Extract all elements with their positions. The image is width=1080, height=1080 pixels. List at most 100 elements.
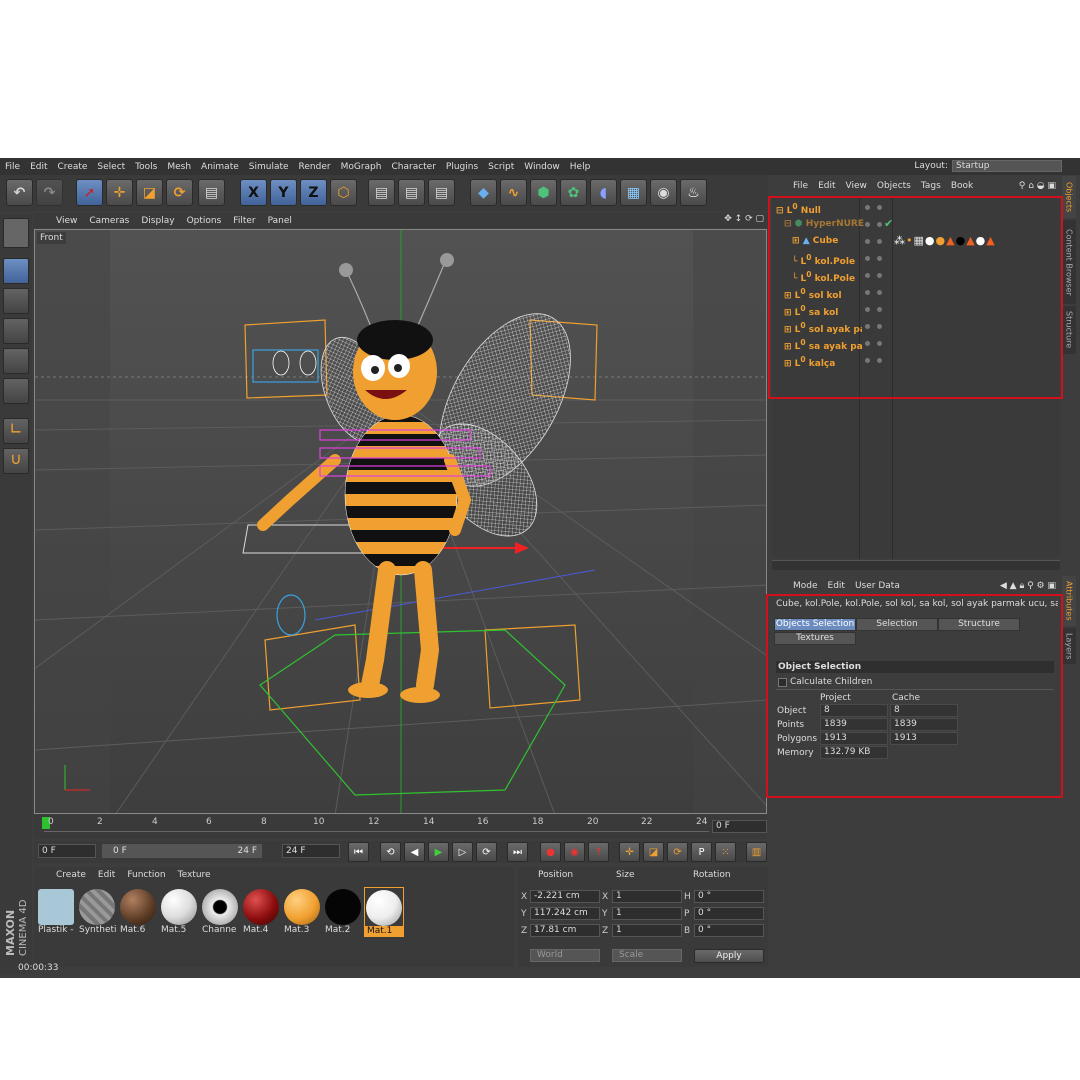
play-icon[interactable]: ▶ <box>428 842 449 862</box>
render-clip-icon[interactable]: ▤ <box>198 179 225 206</box>
menu-animate[interactable]: Animate <box>196 162 244 172</box>
render-picture-icon[interactable]: ▤ <box>398 179 425 206</box>
deformer-icon[interactable]: ◖ <box>590 179 617 206</box>
key-scale-icon[interactable]: ◪ <box>643 842 664 862</box>
viewport-menu-options[interactable]: Options <box>181 216 228 226</box>
attr-menu-mode[interactable]: Mode <box>788 581 823 591</box>
record-keys-icon[interactable]: ● <box>540 842 561 862</box>
material-swatch[interactable]: Syntheti <box>77 887 117 937</box>
frame-range-slider[interactable]: 0 F 24 F <box>102 844 262 858</box>
viewport-menu-cameras[interactable]: Cameras <box>83 216 135 226</box>
timeline[interactable]: 0 2 4 6 8 10 12 14 16 18 20 22 24 0 F <box>34 815 767 839</box>
menu-character[interactable]: Character <box>386 162 440 172</box>
prev-frame-icon[interactable]: ◀ <box>404 842 425 862</box>
layout-select[interactable]: Startup <box>952 160 1062 172</box>
y-axis-icon[interactable]: Y <box>270 179 297 206</box>
mat-menu-function[interactable]: Function <box>121 870 171 880</box>
menu-edit[interactable]: Edit <box>25 162 52 172</box>
apply-button[interactable]: Apply <box>694 949 764 963</box>
tab-layers[interactable]: Layers <box>1062 628 1076 664</box>
menu-mograph[interactable]: MoGraph <box>336 162 387 172</box>
rot-h-field[interactable]: 0 ° <box>694 890 764 903</box>
x-axis-icon[interactable]: X <box>240 179 267 206</box>
pos-y-field[interactable]: 117.242 cm <box>530 907 600 920</box>
viewport-menu-view[interactable]: View <box>50 216 83 226</box>
viewport-nav-icons[interactable]: ✥ ↕ ⟳ ▢ <box>724 214 764 224</box>
viewport-menu-filter[interactable]: Filter <box>227 216 261 226</box>
make-editable-icon[interactable] <box>3 218 29 248</box>
coord-mode-dropdown[interactable]: World <box>530 949 600 962</box>
next-key-icon[interactable]: ⟳ <box>476 842 497 862</box>
z-axis-icon[interactable]: Z <box>300 179 327 206</box>
3d-viewport[interactable]: Front <box>34 229 767 814</box>
object-list-scrollbar[interactable] <box>772 560 1060 570</box>
menu-plugins[interactable]: Plugins <box>441 162 483 172</box>
mat-menu-texture[interactable]: Texture <box>172 870 217 880</box>
material-swatch[interactable]: Mat.3 <box>282 887 322 937</box>
material-swatch[interactable]: Mat.4 <box>241 887 281 937</box>
obj-menu-objects[interactable]: Objects <box>872 181 916 191</box>
nurbs-icon[interactable]: ⬢ <box>530 179 557 206</box>
menu-tools[interactable]: Tools <box>130 162 162 172</box>
texture-mode-icon[interactable] <box>3 288 29 314</box>
viewport-menu-panel[interactable]: Panel <box>262 216 298 226</box>
end-frame-field[interactable]: 24 F <box>282 844 340 858</box>
rot-p-field[interactable]: 0 ° <box>694 907 764 920</box>
camera-icon[interactable]: ◉ <box>650 179 677 206</box>
edges-mode-icon[interactable] <box>3 348 29 374</box>
size-x-field[interactable]: 1 <box>612 890 682 903</box>
points-mode-icon[interactable] <box>3 318 29 344</box>
material-swatch[interactable]: Mat.2 <box>323 887 363 937</box>
axis-mode-icon[interactable]: ∟ <box>3 418 29 444</box>
tab-content-browser[interactable]: Content Browser <box>1062 220 1076 304</box>
environment-floor-icon[interactable]: ▦ <box>620 179 647 206</box>
pos-x-field[interactable]: -2.221 cm <box>530 890 600 903</box>
prev-key-icon[interactable]: ⟲ <box>380 842 401 862</box>
mat-menu-create[interactable]: Create <box>50 870 92 880</box>
undo-icon[interactable]: ↶ <box>6 179 33 206</box>
keyframe-selection-icon[interactable]: ? <box>588 842 609 862</box>
polygons-mode-icon[interactable] <box>3 378 29 404</box>
scale-icon[interactable]: ◪ <box>136 179 163 206</box>
select-arrow-icon[interactable]: ➚ <box>76 179 103 206</box>
mat-menu-edit[interactable]: Edit <box>92 870 121 880</box>
material-swatch[interactable]: Mat.5 <box>159 887 199 937</box>
material-swatch-selected[interactable]: Mat.1 <box>364 887 404 937</box>
menu-script[interactable]: Script <box>483 162 519 172</box>
attr-menu-user-data[interactable]: User Data <box>850 581 905 591</box>
render-settings-icon[interactable]: ▤ <box>428 179 455 206</box>
key-pla-icon[interactable]: ⁙ <box>715 842 736 862</box>
menu-select[interactable]: Select <box>92 162 130 172</box>
world-coord-icon[interactable]: ⬡ <box>330 179 357 206</box>
pos-z-field[interactable]: 17.81 cm <box>530 924 600 937</box>
size-y-field[interactable]: 1 <box>612 907 682 920</box>
attribute-nav-icons[interactable]: ◀ ▲ 🔒︎ ⚲ ⚙ ▣ <box>1000 581 1056 591</box>
viewport-menu-display[interactable]: Display <box>135 216 180 226</box>
render-view-icon[interactable]: ▤ <box>368 179 395 206</box>
next-frame-icon[interactable]: ▷ <box>452 842 473 862</box>
menu-simulate[interactable]: Simulate <box>244 162 294 172</box>
key-position-icon[interactable]: ✛ <box>619 842 640 862</box>
material-swatch[interactable]: Mat.6 <box>118 887 158 937</box>
rotate-icon[interactable]: ⟳ <box>166 179 193 206</box>
coord-scale-dropdown[interactable]: Scale <box>612 949 682 962</box>
tab-attributes[interactable]: Attributes <box>1062 576 1076 626</box>
tab-structure[interactable]: Structure <box>1062 306 1076 354</box>
menu-render[interactable]: Render <box>294 162 336 172</box>
timeline-window-icon[interactable]: ▥ <box>746 842 767 862</box>
model-mode-icon[interactable] <box>3 258 29 284</box>
key-parameter-icon[interactable]: P <box>691 842 712 862</box>
start-frame-field[interactable]: 0 F <box>38 844 96 858</box>
menu-window[interactable]: Window <box>519 162 565 172</box>
menu-create[interactable]: Create <box>53 162 93 172</box>
obj-menu-edit[interactable]: Edit <box>813 181 840 191</box>
move-icon[interactable]: ✛ <box>106 179 133 206</box>
attr-menu-edit[interactable]: Edit <box>823 581 850 591</box>
spline-icon[interactable]: ∿ <box>500 179 527 206</box>
menu-help[interactable]: Help <box>565 162 596 172</box>
tab-objects[interactable]: Objects <box>1062 176 1076 218</box>
obj-menu-view[interactable]: View <box>841 181 872 191</box>
material-swatch[interactable]: Channe <box>200 887 240 937</box>
rot-b-field[interactable]: 0 ° <box>694 924 764 937</box>
redo-icon[interactable]: ↷ <box>36 179 63 206</box>
